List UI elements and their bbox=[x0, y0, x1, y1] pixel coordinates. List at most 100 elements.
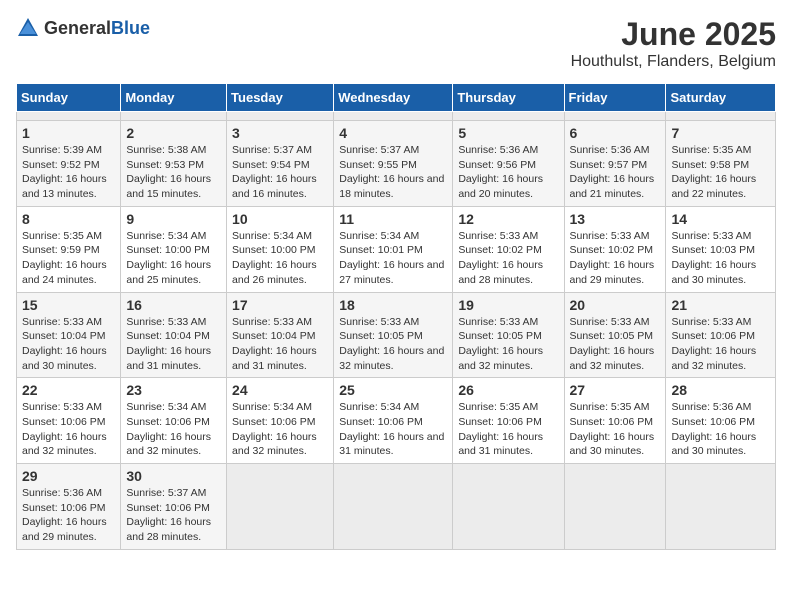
day-cell: 11 Sunrise: 5:34 AMSunset: 10:01 PMDaylig… bbox=[334, 206, 453, 292]
day-cell bbox=[564, 112, 666, 121]
day-info: Sunrise: 5:34 AMSunset: 10:06 PMDaylight… bbox=[232, 400, 328, 459]
day-info: Sunrise: 5:36 AMSunset: 9:57 PMDaylight:… bbox=[570, 143, 661, 202]
day-number: 4 bbox=[339, 125, 447, 141]
day-cell: 28 Sunrise: 5:36 AMSunset: 10:06 PMDaylig… bbox=[666, 378, 776, 464]
day-number: 20 bbox=[570, 297, 661, 313]
day-cell: 13 Sunrise: 5:33 AMSunset: 10:02 PMDaylig… bbox=[564, 206, 666, 292]
day-info: Sunrise: 5:34 AMSunset: 10:06 PMDaylight… bbox=[339, 400, 447, 459]
day-cell: 23Sunrise: 5:34 AMSunset: 10:06 PMDaylig… bbox=[121, 378, 227, 464]
day-number: 15 bbox=[22, 297, 115, 313]
day-cell: 30 Sunrise: 5:37 AMSunset: 10:06 PMDaylig… bbox=[121, 464, 227, 550]
day-info: Sunrise: 5:33 AMSunset: 10:05 PMDaylight… bbox=[339, 315, 447, 374]
day-number: 16 bbox=[126, 297, 221, 313]
day-info: Sunrise: 5:34 AMSunset: 10:01 PMDaylight… bbox=[339, 229, 447, 288]
day-number: 6 bbox=[570, 125, 661, 141]
day-number: 28 bbox=[671, 382, 770, 398]
day-cell: 16 Sunrise: 5:33 AMSunset: 10:04 PMDaylig… bbox=[121, 292, 227, 378]
day-cell bbox=[17, 112, 121, 121]
day-number: 21 bbox=[671, 297, 770, 313]
day-number: 13 bbox=[570, 211, 661, 227]
day-number: 1 bbox=[22, 125, 115, 141]
day-number: 7 bbox=[671, 125, 770, 141]
week-row-2: 1Sunrise: 5:39 AMSunset: 9:52 PMDaylight… bbox=[17, 121, 776, 207]
day-info: Sunrise: 5:33 AMSunset: 10:04 PMDaylight… bbox=[232, 315, 328, 374]
day-info: Sunrise: 5:36 AMSunset: 9:56 PMDaylight:… bbox=[458, 143, 558, 202]
day-cell: 25 Sunrise: 5:34 AMSunset: 10:06 PMDaylig… bbox=[334, 378, 453, 464]
day-cell bbox=[227, 464, 334, 550]
day-info: Sunrise: 5:33 AMSunset: 10:04 PMDaylight… bbox=[126, 315, 221, 374]
day-number: 5 bbox=[458, 125, 558, 141]
day-number: 27 bbox=[570, 382, 661, 398]
week-row-1 bbox=[17, 112, 776, 121]
day-info: Sunrise: 5:33 AMSunset: 10:04 PMDaylight… bbox=[22, 315, 115, 374]
calendar-table: SundayMondayTuesdayWednesdayThursdayFrid… bbox=[16, 83, 776, 550]
day-number: 3 bbox=[232, 125, 328, 141]
main-title: June 2025 bbox=[571, 16, 776, 53]
day-number: 11 bbox=[339, 211, 447, 227]
day-cell bbox=[666, 464, 776, 550]
title-area: June 2025 Houthulst, Flanders, Belgium bbox=[571, 16, 776, 71]
day-info: Sunrise: 5:35 AMSunset: 10:06 PMDaylight… bbox=[570, 400, 661, 459]
day-info: Sunrise: 5:38 AMSunset: 9:53 PMDaylight:… bbox=[126, 143, 221, 202]
day-cell: 15 Sunrise: 5:33 AMSunset: 10:04 PMDaylig… bbox=[17, 292, 121, 378]
day-number: 14 bbox=[671, 211, 770, 227]
day-number: 22 bbox=[22, 382, 115, 398]
day-cell bbox=[334, 464, 453, 550]
day-number: 18 bbox=[339, 297, 447, 313]
day-cell bbox=[334, 112, 453, 121]
day-number: 25 bbox=[339, 382, 447, 398]
day-number: 19 bbox=[458, 297, 558, 313]
day-cell bbox=[666, 112, 776, 121]
day-cell: 10 Sunrise: 5:34 AMSunset: 10:00 PMDaylig… bbox=[227, 206, 334, 292]
day-number: 30 bbox=[126, 468, 221, 484]
day-cell bbox=[227, 112, 334, 121]
day-number: 2 bbox=[126, 125, 221, 141]
day-info: Sunrise: 5:36 AMSunset: 10:06 PMDaylight… bbox=[671, 400, 770, 459]
day-cell: 21Sunrise: 5:33 AMSunset: 10:06 PMDaylig… bbox=[666, 292, 776, 378]
day-cell: 9 Sunrise: 5:34 AMSunset: 10:00 PMDayligh… bbox=[121, 206, 227, 292]
day-cell: 2 Sunrise: 5:38 AMSunset: 9:53 PMDaylight… bbox=[121, 121, 227, 207]
day-cell: 29Sunrise: 5:36 AMSunset: 10:06 PMDaylig… bbox=[17, 464, 121, 550]
day-number: 9 bbox=[126, 211, 221, 227]
day-cell: 4Sunrise: 5:37 AMSunset: 9:55 PMDaylight… bbox=[334, 121, 453, 207]
day-info: Sunrise: 5:34 AMSunset: 10:00 PMDaylight… bbox=[232, 229, 328, 288]
day-cell: 22Sunrise: 5:33 AMSunset: 10:06 PMDaylig… bbox=[17, 378, 121, 464]
col-header-friday: Friday bbox=[564, 84, 666, 112]
day-cell: 8 Sunrise: 5:35 AMSunset: 9:59 PMDaylight… bbox=[17, 206, 121, 292]
day-info: Sunrise: 5:35 AMSunset: 9:58 PMDaylight:… bbox=[671, 143, 770, 202]
day-number: 12 bbox=[458, 211, 558, 227]
day-info: Sunrise: 5:34 AMSunset: 10:00 PMDaylight… bbox=[126, 229, 221, 288]
day-cell: 5 Sunrise: 5:36 AMSunset: 9:56 PMDaylight… bbox=[453, 121, 564, 207]
week-row-6: 29Sunrise: 5:36 AMSunset: 10:06 PMDaylig… bbox=[17, 464, 776, 550]
day-cell: 19 Sunrise: 5:33 AMSunset: 10:05 PMDaylig… bbox=[453, 292, 564, 378]
day-cell bbox=[564, 464, 666, 550]
day-cell: 26Sunrise: 5:35 AMSunset: 10:06 PMDaylig… bbox=[453, 378, 564, 464]
day-info: Sunrise: 5:33 AMSunset: 10:02 PMDaylight… bbox=[570, 229, 661, 288]
day-cell: 14 Sunrise: 5:33 AMSunset: 10:03 PMDaylig… bbox=[666, 206, 776, 292]
logo-blue: Blue bbox=[111, 18, 150, 38]
day-cell bbox=[453, 112, 564, 121]
day-info: Sunrise: 5:34 AMSunset: 10:06 PMDaylight… bbox=[126, 400, 221, 459]
day-number: 8 bbox=[22, 211, 115, 227]
day-number: 10 bbox=[232, 211, 328, 227]
week-row-3: 8 Sunrise: 5:35 AMSunset: 9:59 PMDaylight… bbox=[17, 206, 776, 292]
logo-icon bbox=[16, 16, 40, 40]
day-info: Sunrise: 5:35 AMSunset: 9:59 PMDaylight:… bbox=[22, 229, 115, 288]
day-info: Sunrise: 5:36 AMSunset: 10:06 PMDaylight… bbox=[22, 486, 115, 545]
col-header-tuesday: Tuesday bbox=[227, 84, 334, 112]
day-number: 26 bbox=[458, 382, 558, 398]
day-info: Sunrise: 5:37 AMSunset: 10:06 PMDaylight… bbox=[126, 486, 221, 545]
col-header-saturday: Saturday bbox=[666, 84, 776, 112]
logo-text: GeneralBlue bbox=[44, 18, 150, 39]
logo: GeneralBlue bbox=[16, 16, 150, 40]
day-cell: 18 Sunrise: 5:33 AMSunset: 10:05 PMDaylig… bbox=[334, 292, 453, 378]
day-number: 24 bbox=[232, 382, 328, 398]
day-info: Sunrise: 5:33 AMSunset: 10:05 PMDaylight… bbox=[458, 315, 558, 374]
day-info: Sunrise: 5:33 AMSunset: 10:03 PMDaylight… bbox=[671, 229, 770, 288]
day-info: Sunrise: 5:33 AMSunset: 10:05 PMDaylight… bbox=[570, 315, 661, 374]
day-cell bbox=[453, 464, 564, 550]
col-header-thursday: Thursday bbox=[453, 84, 564, 112]
logo-general: General bbox=[44, 18, 111, 38]
day-cell: 20 Sunrise: 5:33 AMSunset: 10:05 PMDaylig… bbox=[564, 292, 666, 378]
week-row-4: 15 Sunrise: 5:33 AMSunset: 10:04 PMDaylig… bbox=[17, 292, 776, 378]
